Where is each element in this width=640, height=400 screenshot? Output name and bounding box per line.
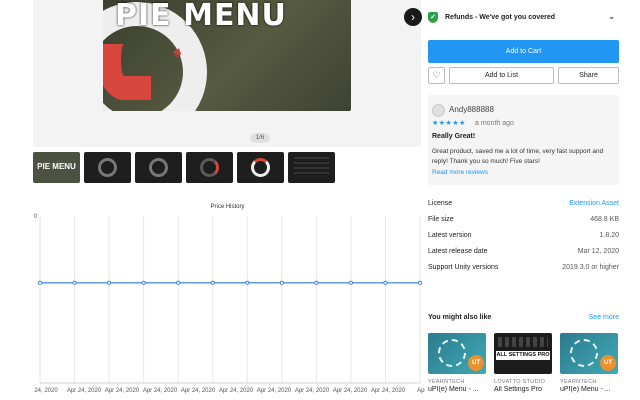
see-more-link[interactable]: See more <box>589 314 619 321</box>
thumbnail-graphic <box>294 157 329 177</box>
related-asset-image: UT <box>428 333 486 374</box>
review-body: Great product, saved me a lot of time, v… <box>432 148 604 165</box>
price-point <box>37 280 42 285</box>
review-card: Andy888888 ★★★★★ a month ago Really Grea… <box>428 95 619 185</box>
price-point <box>348 280 353 285</box>
spec-key: Latest release date <box>428 248 488 255</box>
review-title: Really Great! <box>432 133 476 140</box>
price-point <box>314 280 319 285</box>
related-asset-image: UT <box>560 333 618 374</box>
x-tick-label: Apr 24, 2020 <box>371 388 406 394</box>
price-history-chart: Price History 0 24, 2020 Apr 24, 2020 Apr 2… <box>30 200 425 400</box>
spec-key: Latest version <box>428 232 472 239</box>
spec-key: License <box>428 200 453 207</box>
x-tick-label: Apr 24, 2020 <box>333 388 368 394</box>
spec-value: 1.8.20 <box>599 232 619 239</box>
refund-label: Refunds - We've got you covered <box>445 14 556 21</box>
x-tick-label: Apr 24, 2020 <box>105 388 140 394</box>
x-tick-label: Apr 24, 2020 <box>181 388 216 394</box>
x-tick-label: Apr 26 <box>417 388 425 394</box>
spec-row-release-date: Latest release date Mar 12, 2020 <box>428 248 619 260</box>
heart-icon: ♡ <box>432 70 441 80</box>
x-tick-label: Apr 24, 2020 <box>257 388 292 394</box>
thumbnail-5[interactable] <box>237 152 284 183</box>
thumbnail-3[interactable] <box>135 152 182 183</box>
spec-value: Mar 12, 2020 <box>577 248 619 255</box>
avatar <box>432 104 445 117</box>
review-user[interactable]: Andy888888 <box>449 105 494 114</box>
spec-value[interactable]: Extension Asset <box>569 200 619 207</box>
spec-key: File size <box>428 216 454 223</box>
related-asset-publisher[interactable]: YEARNTECH <box>560 379 618 385</box>
thumbnail-graphic <box>251 158 270 177</box>
related-asset-publisher[interactable]: YEARNTECH <box>428 379 486 385</box>
price-point <box>245 280 250 285</box>
add-to-list-button[interactable]: Add to List <box>449 67 554 84</box>
price-point <box>210 280 215 285</box>
thumbnail-6[interactable] <box>288 152 335 183</box>
page-indicator: 1/6 <box>250 133 270 143</box>
price-point <box>107 280 112 285</box>
related-asset-publisher[interactable]: LOVATTO STUDIO <box>494 379 552 385</box>
price-point <box>279 280 284 285</box>
price-point <box>141 280 146 285</box>
related-asset-name[interactable]: uPI(e) Menu - ... <box>428 386 486 393</box>
action-row: ♡ Add to List Share <box>428 67 619 84</box>
price-point <box>72 280 77 285</box>
related-asset-name[interactable]: uPI(e) Menu - ... <box>560 386 618 393</box>
pie-menu-graphic <box>570 339 598 367</box>
related-asset-banner: ALL SETTINGS PRO <box>496 351 550 360</box>
thumbnail-2[interactable] <box>84 152 131 183</box>
thumbnail-1[interactable]: PIE MENU <box>33 152 80 183</box>
x-tick-label: Apr 24, 2020 <box>295 388 330 394</box>
publisher-badge: UT <box>468 355 484 371</box>
thumbnail-graphic <box>98 158 117 177</box>
settings-ui-graphic <box>498 337 548 347</box>
spec-value: 468.8 KB <box>590 216 619 223</box>
pie-menu-graphic <box>438 339 466 367</box>
refund-banner[interactable]: ✓ Refunds - We've got you covered ⌄ <box>428 9 619 26</box>
price-point <box>417 280 422 285</box>
x-tick-label: Apr 24, 2020 <box>67 388 102 394</box>
y-tick-label: 0 <box>34 214 38 220</box>
related-asset-card[interactable]: UT YEARNTECH uPI(e) Menu - ... <box>428 333 486 393</box>
spec-value: 2019.3.0 or higher <box>562 264 619 271</box>
hero-image[interactable]: ♠ PIE MENU <box>103 0 351 111</box>
also-like-title: You might also like <box>428 314 492 321</box>
related-asset-card[interactable]: UT YEARNTECH uPI(e) Menu - ... <box>560 333 618 393</box>
hero-title: PIE MENU <box>115 0 287 33</box>
add-to-cart-button[interactable]: Add to Cart <box>428 40 619 63</box>
chart-canvas: 024, 2020 Apr 24, 2020 Apr 24, 2020 Apr 24,… <box>34 214 425 394</box>
wishlist-button[interactable]: ♡ <box>428 67 445 84</box>
price-point <box>383 280 388 285</box>
related-asset-card[interactable]: ALL SETTINGS PRO LOVATTO STUDIO All Sett… <box>494 333 552 393</box>
thumbnail-4[interactable] <box>186 152 233 183</box>
next-image-button[interactable]: › <box>404 8 422 26</box>
chevron-down-icon[interactable]: ⌄ <box>608 12 615 21</box>
thumbnail-graphic <box>200 158 219 177</box>
share-button[interactable]: Share <box>558 67 619 84</box>
related-asset-name[interactable]: All Settings Pro <box>494 386 552 393</box>
x-tick-label: Apr 24, 2020 <box>143 388 178 394</box>
x-tick-label: 24, 2020 <box>34 388 58 394</box>
review-date: a month ago <box>475 120 514 127</box>
chevron-right-icon: › <box>411 10 415 24</box>
spec-row-file-size: File size 468.8 KB <box>428 216 619 228</box>
x-tick-label: Apr 24, 2020 <box>219 388 254 394</box>
related-asset-image: ALL SETTINGS PRO <box>494 333 552 374</box>
rating-stars: ★★★★★ <box>432 120 466 127</box>
purchase-panel: ✓ Refunds - We've got you covered ⌄ Add … <box>428 0 619 400</box>
spec-row-latest-version: Latest version 1.8.20 <box>428 232 619 244</box>
price-point <box>176 280 181 285</box>
spec-row-unity-versions: Support Unity versions 2019.3.0 or highe… <box>428 264 619 276</box>
media-gallery: ♠ PIE MENU 1/6 <box>33 0 421 147</box>
spec-key: Support Unity versions <box>428 264 499 271</box>
shield-check-icon: ✓ <box>428 12 438 23</box>
read-more-reviews-link[interactable]: Read more reviews <box>432 169 488 176</box>
thumbnail-label: PIE MENU <box>37 162 76 171</box>
spec-row-license: License Extension Asset <box>428 200 619 212</box>
thumbnail-graphic <box>149 158 168 177</box>
publisher-badge: UT <box>600 355 616 371</box>
